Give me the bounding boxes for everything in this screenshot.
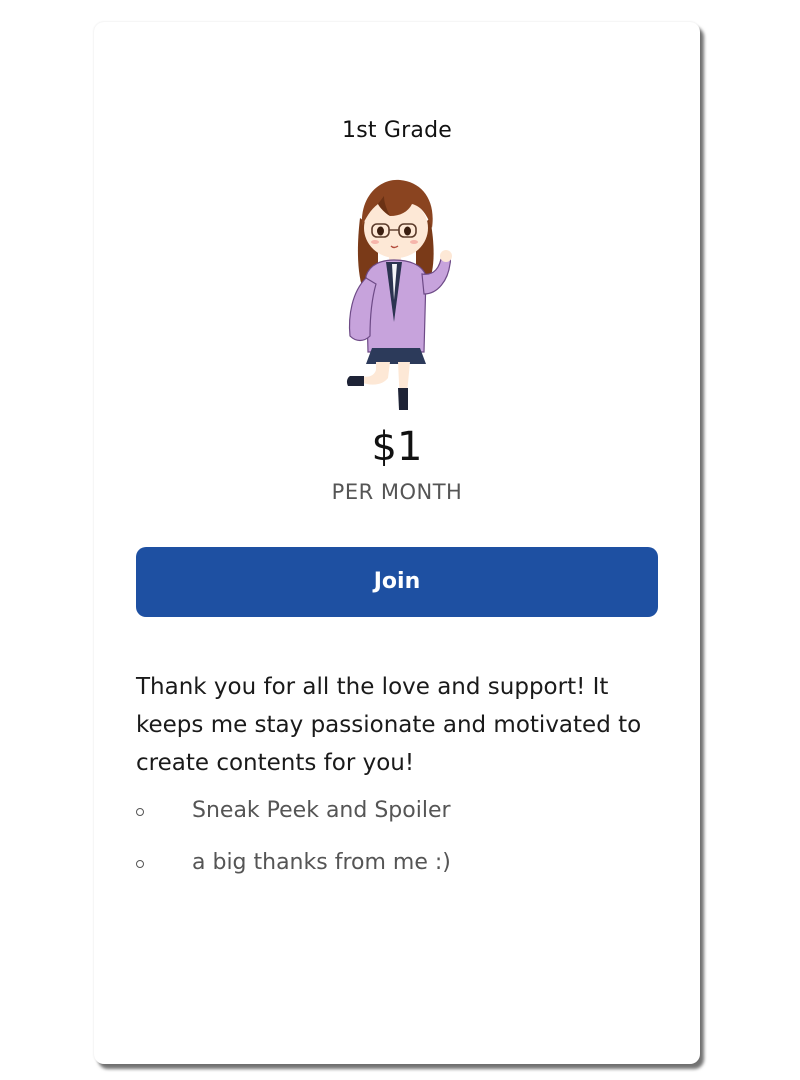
tier-title: 1st Grade <box>342 118 452 143</box>
perk-label: a big thanks from me :) <box>192 850 451 875</box>
chibi-girl-avatar <box>346 179 452 410</box>
join-button[interactable]: Join <box>136 547 658 617</box>
tier-card: 1st Grade $1 PER MONTH Join Thank you fo… <box>94 22 700 1064</box>
circle-bullet-icon <box>136 860 144 868</box>
tier-description: Thank you for all the love and support! … <box>136 674 642 776</box>
perk-label: Sneak Peek and Spoiler <box>192 798 451 823</box>
perk-item: a big thanks from me :) <box>136 846 656 880</box>
price: $1 <box>371 424 423 470</box>
billing-period: PER MONTH <box>331 480 463 504</box>
circle-bullet-icon <box>136 808 144 816</box>
perk-item: Sneak Peek and Spoiler <box>136 794 656 828</box>
